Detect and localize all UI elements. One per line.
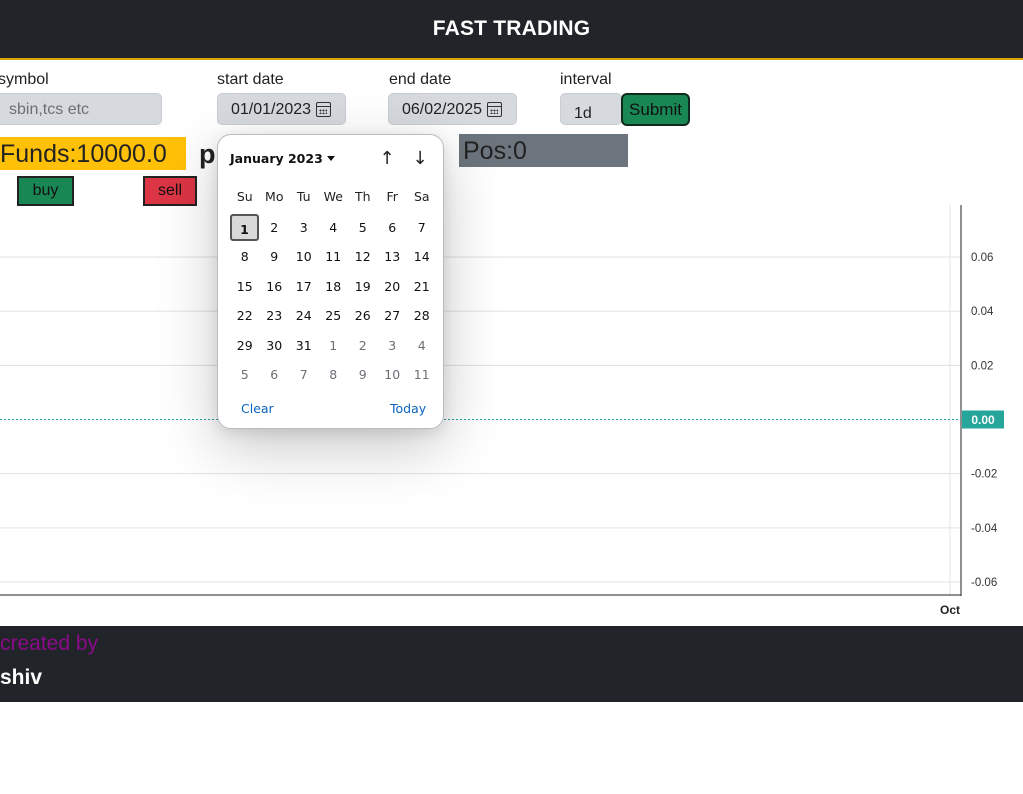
day-cell[interactable]: 19: [348, 273, 378, 300]
day-cell[interactable]: 9: [260, 243, 290, 270]
price-chart[interactable]: 0.06 0.04 0.02 -0.02 -0.04 -0.06 0.00 Oct: [0, 205, 1023, 625]
y-tick-label: -0.02: [971, 469, 997, 481]
day-cell[interactable]: 13: [378, 243, 408, 270]
interval-input[interactable]: 1d: [560, 93, 622, 125]
created-by-label: created by: [0, 632, 99, 655]
pnl-label-fragment: p: [199, 139, 216, 169]
weekday-label: Mo: [265, 189, 284, 204]
calendar-icon[interactable]: [487, 102, 502, 117]
day-cell[interactable]: 31: [289, 332, 319, 359]
sell-button[interactable]: sell: [143, 176, 197, 206]
symbol-input[interactable]: sbin,tcs etc: [0, 93, 162, 125]
day-cell[interactable]: 18: [319, 273, 349, 300]
top-navbar: FAST TRADING: [0, 0, 1023, 60]
caret-down-icon: [326, 156, 335, 161]
day-cell[interactable]: 10: [378, 361, 408, 388]
y-tick-label: 0.02: [971, 360, 993, 372]
month-year-selector[interactable]: January 2023: [230, 151, 335, 166]
weekday-label: Su: [236, 189, 253, 204]
day-cell[interactable]: 17: [289, 273, 319, 300]
day-cell[interactable]: 5: [230, 361, 260, 388]
app-title: FAST TRADING: [432, 17, 591, 40]
day-cell[interactable]: 7: [407, 214, 437, 241]
weekday-label: We: [323, 189, 343, 204]
y-tick-label: 0.04: [971, 306, 994, 318]
day-cell[interactable]: 28: [407, 302, 437, 329]
end-date-label: end date: [389, 71, 452, 88]
day-cell[interactable]: 6: [378, 214, 408, 241]
footer: created by shiv: [0, 626, 1023, 702]
day-cell[interactable]: 26: [348, 302, 378, 329]
day-cell[interactable]: 7: [289, 361, 319, 388]
arrow-down-icon[interactable]: ↓: [409, 148, 431, 170]
day-cell[interactable]: 3: [289, 214, 319, 241]
funds-display: Funds:10000.0: [0, 137, 186, 170]
day-cell[interactable]: 3: [378, 332, 408, 359]
symbol-placeholder: sbin,tcs etc: [9, 101, 90, 118]
day-cell[interactable]: 4: [407, 332, 437, 359]
day-cell[interactable]: 4: [319, 214, 349, 241]
clear-button[interactable]: Clear: [241, 401, 274, 416]
day-cell[interactable]: 30: [260, 332, 290, 359]
day-cell[interactable]: 14: [407, 243, 437, 270]
day-cell[interactable]: 16: [260, 273, 290, 300]
day-cell[interactable]: 29: [230, 332, 260, 359]
end-date-input[interactable]: 06/02/2025: [388, 93, 517, 125]
day-cell[interactable]: 8: [230, 243, 260, 270]
weekday-label: Fr: [386, 189, 398, 204]
position-display: Pos:0: [459, 134, 628, 167]
day-cell[interactable]: 5: [348, 214, 378, 241]
weekday-label: Tu: [296, 189, 311, 204]
day-cell[interactable]: 23: [260, 302, 290, 329]
day-cell[interactable]: 9: [348, 361, 378, 388]
day-cell[interactable]: 8: [319, 361, 349, 388]
weekday-label: Th: [354, 189, 371, 204]
y-tick-label: 0.06: [971, 252, 993, 264]
today-button[interactable]: Today: [390, 401, 426, 416]
interval-label: interval: [560, 71, 612, 88]
day-cell[interactable]: 21: [407, 273, 437, 300]
date-picker-popup: January 2023 ↑ ↓ Su Mo Tu We Th Fr Sa 12345678…: [217, 134, 444, 429]
day-cell-selected[interactable]: 1: [230, 214, 259, 241]
day-cell[interactable]: 2: [260, 214, 290, 241]
day-cell[interactable]: 15: [230, 273, 260, 300]
day-cell[interactable]: 6: [260, 361, 290, 388]
day-cell[interactable]: 1: [319, 332, 349, 359]
calendar-icon[interactable]: [316, 102, 331, 117]
author-name: shiv: [0, 666, 43, 689]
day-cell[interactable]: 11: [319, 243, 349, 270]
start-date-value: 01/01/2023: [231, 101, 312, 118]
day-cell[interactable]: 27: [378, 302, 408, 329]
interval-value: 1d: [574, 105, 592, 122]
start-date-input[interactable]: 01/01/2023: [217, 93, 346, 125]
last-price-label: 0.00: [971, 413, 995, 427]
y-tick-label: -0.06: [971, 577, 997, 589]
month-year-label: January 2023: [230, 151, 323, 166]
x-tick-label: Oct: [940, 603, 960, 617]
weekday-label: Sa: [413, 189, 430, 204]
day-cell[interactable]: 25: [319, 302, 349, 329]
symbol-label: symbol: [0, 71, 49, 88]
day-cell[interactable]: 12: [348, 243, 378, 270]
submit-button[interactable]: Submit: [621, 93, 690, 126]
arrow-up-icon[interactable]: ↑: [376, 148, 398, 170]
day-cell[interactable]: 22: [230, 302, 260, 329]
y-tick-label: -0.04: [971, 523, 998, 535]
buy-button[interactable]: buy: [17, 176, 74, 206]
day-cell[interactable]: 24: [289, 302, 319, 329]
end-date-value: 06/02/2025: [402, 101, 483, 118]
day-cell[interactable]: 2: [348, 332, 378, 359]
day-cell[interactable]: 10: [289, 243, 319, 270]
day-cell[interactable]: 11: [407, 361, 437, 388]
start-date-label: start date: [217, 71, 284, 88]
day-cell[interactable]: 20: [378, 273, 408, 300]
